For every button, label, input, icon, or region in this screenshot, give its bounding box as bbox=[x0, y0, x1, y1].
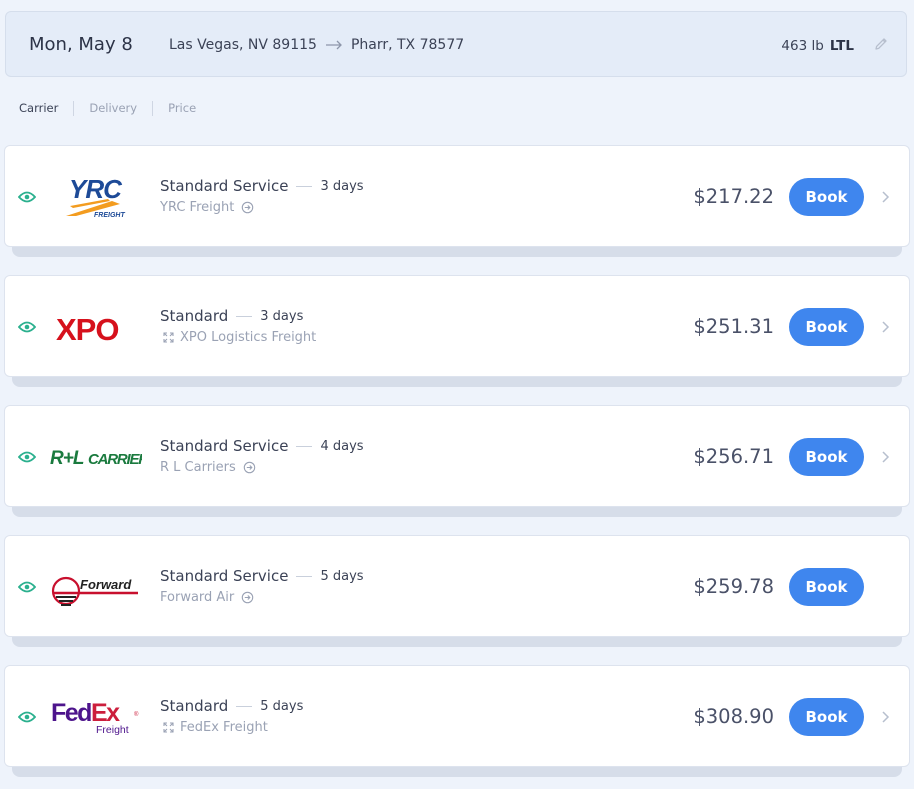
carrier-logo: YRC FREIGHT bbox=[50, 172, 142, 222]
chevron-right-icon[interactable] bbox=[881, 189, 890, 208]
service-name: Standard Service bbox=[160, 437, 289, 455]
route: Las Vegas, NV 89115 Pharr, TX 78577 bbox=[169, 37, 464, 53]
chevron-right-icon[interactable] bbox=[881, 709, 890, 728]
svg-text:XPO: XPO bbox=[56, 312, 118, 347]
pencil-icon[interactable] bbox=[873, 36, 889, 56]
carrier-line: R L Carriers bbox=[160, 460, 259, 475]
arrow-right-icon bbox=[325, 40, 343, 50]
carrier-line: XPO Logistics Freight bbox=[160, 330, 316, 345]
divider bbox=[296, 185, 313, 187]
arrow-circle-icon bbox=[238, 591, 257, 604]
divider bbox=[296, 445, 313, 447]
carrier-logo: FedEx ® Freight bbox=[50, 692, 142, 742]
divider bbox=[236, 705, 253, 707]
ship-date: Mon, May 8 bbox=[29, 34, 133, 55]
quote-card[interactable]: Forward Standard Service 5 days Forward … bbox=[4, 535, 910, 637]
quote-card[interactable]: R+LCARRIERS Standard Service 4 days R L … bbox=[4, 405, 910, 507]
svg-text:FREIGHT: FREIGHT bbox=[94, 212, 125, 219]
sort-delivery[interactable]: Delivery bbox=[73, 101, 152, 116]
quote-item: R+LCARRIERS Standard Service 4 days R L … bbox=[4, 405, 910, 535]
book-button[interactable]: Book bbox=[789, 568, 864, 606]
transit-days: 3 days bbox=[260, 308, 304, 324]
service-name: Standard bbox=[160, 307, 229, 325]
transit-days: 3 days bbox=[320, 178, 364, 194]
carrier-name: R L Carriers bbox=[160, 460, 236, 475]
eye-icon[interactable] bbox=[17, 448, 37, 467]
quote-item: XPO Standard 3 days XPO Logistics Freigh… bbox=[4, 275, 910, 405]
quote-card[interactable]: XPO Standard 3 days XPO Logistics Freigh… bbox=[4, 275, 910, 377]
divider bbox=[296, 575, 313, 577]
carrier-logo: R+LCARRIERS bbox=[50, 432, 159, 482]
expand-icon bbox=[160, 722, 177, 733]
eye-icon[interactable] bbox=[17, 708, 37, 727]
weight-value: 463 lb bbox=[781, 38, 824, 54]
quote-price: $217.22 bbox=[693, 185, 774, 208]
transit-days: 5 days bbox=[320, 568, 364, 584]
svg-text:®: ® bbox=[134, 711, 139, 718]
service-line: Standard Service 3 days bbox=[160, 177, 364, 195]
transit-days: 4 days bbox=[320, 438, 364, 454]
eye-icon[interactable] bbox=[17, 188, 37, 207]
carrier-line: Forward Air bbox=[160, 590, 257, 605]
carrier-name: FedEx Freight bbox=[180, 720, 268, 735]
arrow-circle-icon bbox=[240, 461, 259, 474]
eye-icon[interactable] bbox=[17, 578, 37, 597]
quote-price: $256.71 bbox=[693, 445, 774, 468]
service-line: Standard 3 days bbox=[160, 307, 303, 325]
carrier-line: FedEx Freight bbox=[160, 720, 268, 735]
svg-text:Forward: Forward bbox=[80, 577, 132, 592]
carrier-name: YRC Freight bbox=[160, 200, 235, 215]
svg-text:FedEx: FedEx bbox=[51, 699, 120, 727]
quote-price: $259.78 bbox=[693, 575, 774, 598]
svg-text:CARRIERS: CARRIERS bbox=[88, 451, 142, 468]
service-name: Standard Service bbox=[160, 567, 289, 585]
book-button[interactable]: Book bbox=[789, 178, 864, 216]
quote-item: FedEx ® Freight Standard 5 days FedEx Frei… bbox=[4, 665, 910, 777]
quote-item: Forward Standard Service 5 days Forward … bbox=[4, 535, 910, 665]
chevron-right-icon[interactable] bbox=[881, 319, 890, 338]
service-line: Standard 5 days bbox=[160, 697, 303, 715]
carrier-logo: XPO bbox=[50, 302, 142, 352]
transit-days: 5 days bbox=[260, 698, 304, 714]
svg-text:YRC: YRC bbox=[69, 174, 123, 204]
origin: Las Vegas, NV 89115 bbox=[169, 37, 317, 53]
carrier-name: Forward Air bbox=[160, 590, 235, 605]
svg-text:Freight: Freight bbox=[96, 724, 129, 736]
quote-price: $251.31 bbox=[693, 315, 774, 338]
book-button[interactable]: Book bbox=[789, 438, 864, 476]
carrier-name: XPO Logistics Freight bbox=[180, 330, 317, 345]
mode-label: LTL bbox=[829, 38, 854, 54]
shipment-weight: 463 lb LTL bbox=[781, 38, 854, 54]
book-button[interactable]: Book bbox=[789, 308, 864, 346]
quote-item: YRC FREIGHT Standard Service 3 days YRC F… bbox=[4, 145, 910, 275]
quote-list: YRC FREIGHT Standard Service 3 days YRC F… bbox=[4, 145, 910, 777]
sort-carrier[interactable]: Carrier bbox=[19, 101, 73, 116]
service-line: Standard Service 5 days bbox=[160, 567, 364, 585]
book-button[interactable]: Book bbox=[789, 698, 864, 736]
sort-price[interactable]: Price bbox=[152, 101, 211, 116]
service-name: Standard Service bbox=[160, 177, 289, 195]
service-name: Standard bbox=[160, 697, 229, 715]
carrier-logo: Forward bbox=[50, 562, 142, 612]
chevron-right-icon[interactable] bbox=[881, 449, 890, 468]
divider bbox=[236, 315, 253, 317]
sort-options: Carrier Delivery Price bbox=[19, 101, 211, 116]
shipment-summary: Mon, May 8 Las Vegas, NV 89115 Pharr, TX… bbox=[5, 11, 907, 77]
carrier-line: YRC Freight bbox=[160, 200, 257, 215]
quote-price: $308.90 bbox=[693, 705, 774, 728]
destination: Pharr, TX 78577 bbox=[350, 37, 465, 53]
svg-text:R+L: R+L bbox=[50, 448, 84, 469]
service-line: Standard Service 4 days bbox=[160, 437, 364, 455]
expand-icon bbox=[160, 332, 177, 343]
arrow-circle-icon bbox=[238, 201, 257, 214]
quote-card[interactable]: YRC FREIGHT Standard Service 3 days YRC F… bbox=[4, 145, 910, 247]
eye-icon[interactable] bbox=[17, 318, 37, 337]
quote-card[interactable]: FedEx ® Freight Standard 5 days FedEx Frei… bbox=[4, 665, 910, 767]
